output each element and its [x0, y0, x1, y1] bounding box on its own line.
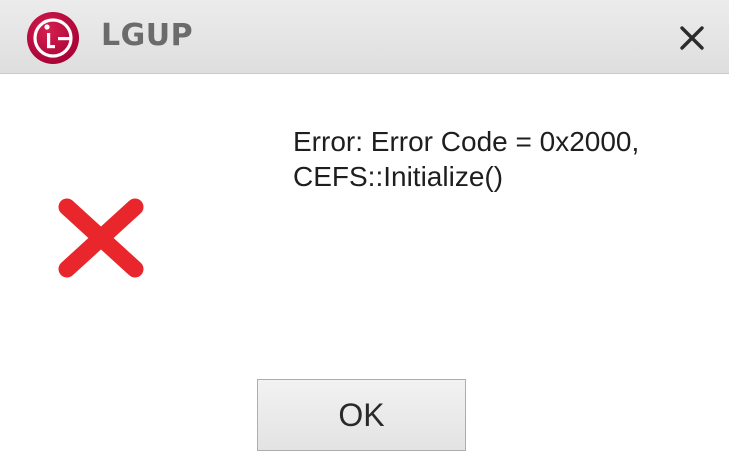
ok-button[interactable]: OK [257, 379, 466, 451]
title-bar[interactable]: LGUP [0, 0, 729, 74]
error-dialog: LGUP Error: Error Code = 0x2000, CEFS::I… [0, 0, 729, 471]
error-x-icon [58, 198, 144, 278]
error-message: Error: Error Code = 0x2000, CEFS::Initia… [293, 124, 713, 194]
window-title: LGUP [101, 18, 194, 53]
error-message-line2: CEFS::Initialize() [293, 161, 504, 192]
close-icon[interactable] [670, 16, 714, 60]
error-message-line1: Error: Error Code = 0x2000, [293, 126, 640, 157]
lg-logo-icon [27, 12, 79, 64]
dialog-body: Error: Error Code = 0x2000, CEFS::Initia… [0, 74, 729, 471]
